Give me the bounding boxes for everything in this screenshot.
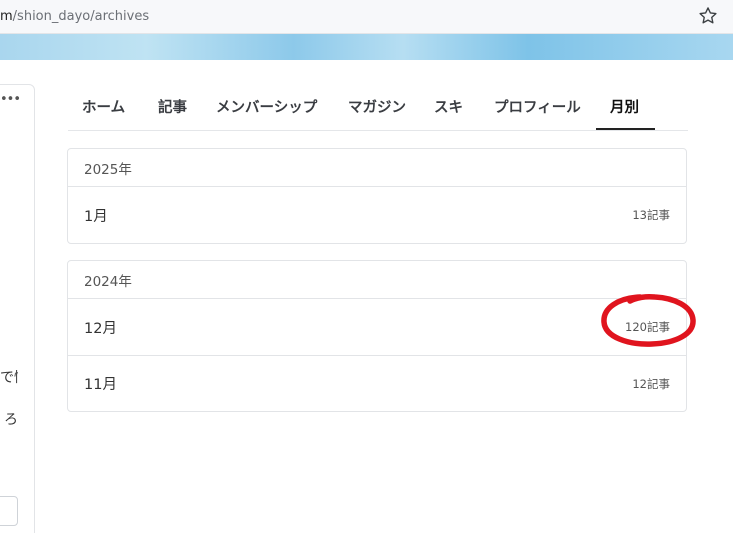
more-horizontal-icon[interactable]: •••	[0, 92, 21, 107]
sidebar-text-line: ろ	[4, 412, 18, 428]
profile-tabs: ホーム 記事 メンバーシップ マガジン スキ プロフィール 月別	[68, 90, 688, 131]
archive-month-row[interactable]: 11月 12記事	[68, 355, 686, 411]
archive-year-card: 2024年 12月 120記事 11月 12記事	[67, 260, 687, 412]
archive-month-count: 120記事	[625, 320, 670, 334]
tab-magazine[interactable]: マガジン	[348, 96, 406, 117]
tab-monthly[interactable]: 月別	[610, 96, 639, 117]
archive-month-count: 13記事	[632, 208, 670, 222]
archive-year-heading: 2024年	[68, 261, 686, 299]
sidebar-text-line: で情	[0, 370, 18, 386]
header-banner	[0, 34, 733, 60]
sidebar-button[interactable]	[0, 496, 18, 526]
active-tab-indicator	[596, 128, 655, 130]
tab-likes[interactable]: スキ	[434, 96, 463, 117]
bookmark-star-icon[interactable]	[697, 5, 719, 27]
archive-month-label: 12月	[84, 320, 117, 337]
archive-month-label: 11月	[84, 377, 117, 393]
archive-year-heading: 2025年	[68, 149, 686, 187]
tab-home[interactable]: ホーム	[82, 96, 125, 117]
url-domain: m	[0, 9, 13, 24]
sidebar-card	[0, 84, 35, 533]
url-path: /shion_dayo/archives	[12, 9, 150, 24]
tab-articles[interactable]: 記事	[158, 96, 187, 117]
address-bar[interactable]: m/shion_dayo/archives	[0, 0, 733, 34]
tab-profile[interactable]: プロフィール	[494, 96, 581, 117]
archive-month-row[interactable]: 1月 13記事	[68, 187, 686, 243]
archive-month-row[interactable]: 12月 120記事	[68, 299, 686, 355]
archive-month-count: 12記事	[632, 376, 670, 391]
archive-month-label: 1月	[84, 208, 108, 225]
archive-year-card: 2025年 1月 13記事	[67, 148, 687, 244]
url-text[interactable]: m/shion_dayo/archives	[0, 9, 149, 24]
tab-membership[interactable]: メンバーシップ	[216, 96, 317, 117]
